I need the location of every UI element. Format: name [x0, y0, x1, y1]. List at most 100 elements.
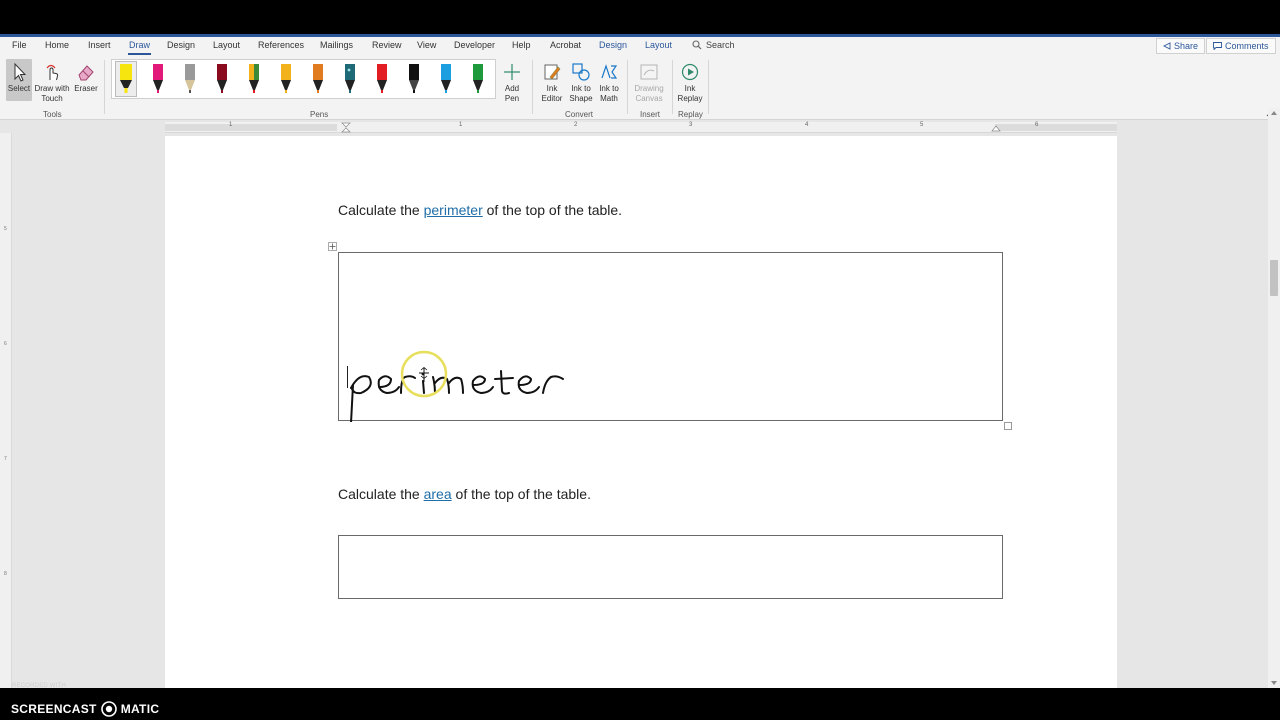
- ruler-number: 1: [459, 122, 463, 128]
- question-text: of the top of the table.: [482, 202, 623, 218]
- group-divider: [672, 60, 673, 114]
- ink-to-math-label-1: Ink to: [599, 84, 619, 93]
- comments-button[interactable]: Comments: [1206, 38, 1276, 54]
- replay-group-label: Replay: [678, 110, 703, 119]
- table-move-handle-icon[interactable]: [328, 242, 337, 251]
- draw-touch-label-2: Touch: [41, 94, 63, 103]
- pen-red-icon[interactable]: [372, 62, 392, 96]
- tab-design[interactable]: Design: [167, 40, 195, 50]
- search-label: Search: [706, 40, 735, 50]
- tab-acrobat[interactable]: Acrobat: [550, 40, 581, 50]
- ink-to-math-icon: [601, 64, 618, 79]
- tab-insert[interactable]: Insert: [88, 40, 111, 50]
- ink-to-shape-icon: [572, 63, 590, 81]
- ink-to-math-button[interactable]: Ink to Math: [595, 59, 623, 109]
- question-perimeter: Calculate the perimeter of the top of th…: [338, 202, 622, 218]
- area-link[interactable]: area: [424, 486, 452, 502]
- ink-editor-button[interactable]: Ink Editor: [537, 59, 567, 109]
- share-button[interactable]: Share: [1156, 38, 1206, 54]
- pen-blue-icon[interactable]: [436, 62, 456, 96]
- ruler-number: 3: [689, 122, 693, 128]
- document-page[interactable]: Calculate the perimeter of the top of th…: [165, 136, 1117, 696]
- tab-draw[interactable]: Draw: [127, 40, 152, 55]
- word-window: File Home Insert Draw Design Layout Refe…: [0, 0, 1280, 720]
- pen-black-icon[interactable]: [404, 62, 424, 96]
- ink-editor-icon: [544, 64, 561, 80]
- tab-mailings[interactable]: Mailings: [320, 40, 353, 50]
- scroll-up-icon[interactable]: [1270, 110, 1278, 116]
- pen-gold-icon[interactable]: [276, 62, 296, 96]
- ink-to-shape-button[interactable]: Ink to Shape: [567, 59, 595, 109]
- right-indent-marker-icon[interactable]: [991, 124, 1001, 132]
- indent-marker-icon[interactable]: [341, 122, 351, 133]
- tab-file[interactable]: File: [12, 40, 27, 50]
- tab-developer[interactable]: Developer: [454, 40, 495, 50]
- add-pen-label-2: Pen: [504, 94, 520, 103]
- tab-home[interactable]: Home: [45, 40, 69, 50]
- group-divider: [532, 60, 533, 114]
- question-text: Calculate the: [338, 202, 424, 218]
- tab-view[interactable]: View: [417, 40, 436, 50]
- pencil-gray-icon[interactable]: [180, 62, 200, 96]
- pen-green-icon[interactable]: [468, 62, 488, 96]
- tell-me-search[interactable]: Search: [692, 40, 735, 50]
- vruler-mark: 7: [4, 456, 7, 462]
- vertical-scrollbar[interactable]: [1268, 108, 1280, 688]
- ink-replay-label-2: Replay: [677, 94, 703, 103]
- add-pen-label-1: Add: [504, 84, 520, 93]
- highlighter-yellow-icon[interactable]: [115, 61, 137, 97]
- answer-box-area[interactable]: [338, 535, 1003, 599]
- eraser-button[interactable]: Eraser: [73, 59, 99, 101]
- draw-touch-label-1: Draw with: [34, 84, 70, 93]
- pen-galaxy-icon[interactable]: [244, 62, 264, 96]
- pen-dark-red-icon[interactable]: [212, 62, 232, 96]
- ink-editor-label-1: Ink: [546, 84, 558, 93]
- vruler-mark: 6: [4, 341, 7, 347]
- ink-to-shape-label-2: Shape: [569, 94, 593, 103]
- ruler-number: 1: [229, 122, 233, 128]
- tools-group-label: Tools: [43, 110, 62, 119]
- scroll-down-icon[interactable]: [1270, 680, 1278, 686]
- pen-magenta-icon[interactable]: [148, 62, 168, 96]
- group-divider: [627, 60, 628, 114]
- draw-with-touch-button[interactable]: Draw with Touch: [33, 59, 71, 109]
- ribbon-tab-bar: File Home Insert Draw Design Layout Refe…: [0, 37, 1280, 56]
- eraser-label: Eraser: [74, 84, 98, 93]
- ink-to-math-label-2: Math: [600, 94, 618, 103]
- question-area: Calculate the area of the top of the tab…: [338, 486, 591, 502]
- horizontal-ruler[interactable]: 1 1 2 3 4 5 6: [165, 122, 1117, 133]
- pen-cursor-icon: [419, 367, 429, 382]
- tab-table-layout[interactable]: Layout: [645, 40, 672, 50]
- tab-layout[interactable]: Layout: [213, 40, 240, 50]
- pen-teal-galaxy-icon[interactable]: [340, 62, 360, 96]
- brand-right: MATIC: [120, 702, 160, 716]
- group-divider: [708, 60, 709, 114]
- ink-replay-button[interactable]: Ink Replay: [676, 59, 704, 109]
- title-bar: [0, 0, 1280, 34]
- tab-table-design[interactable]: Design: [599, 40, 627, 50]
- perimeter-link[interactable]: perimeter: [424, 202, 483, 218]
- add-pen-button[interactable]: Add Pen: [500, 59, 524, 109]
- ruler-number: 2: [574, 122, 578, 128]
- tab-references[interactable]: References: [258, 40, 304, 50]
- question-text: Calculate the: [338, 486, 424, 502]
- ruler-number: 6: [1035, 122, 1039, 128]
- table-resize-handle[interactable]: [1004, 422, 1012, 430]
- tab-review[interactable]: Review: [372, 40, 402, 50]
- ruler-right-margin: [995, 124, 1117, 131]
- screencast-matic-logo: SCREENCAST MATIC: [11, 701, 159, 717]
- answer-box-perimeter[interactable]: [338, 252, 1003, 422]
- pens-group-label: Pens: [310, 110, 329, 119]
- drawing-canvas-button[interactable]: Drawing Canvas: [632, 59, 666, 109]
- pens-gallery: [111, 59, 496, 99]
- pen-orange-icon[interactable]: [308, 62, 328, 96]
- draw-ribbon: Select Draw with Touch Eraser Tools Pens…: [0, 56, 1280, 120]
- convert-group-label: Convert: [565, 110, 594, 119]
- vertical-ruler[interactable]: 5 6 7 8: [0, 133, 12, 688]
- comment-icon: [1213, 42, 1222, 50]
- scroll-thumb[interactable]: [1270, 260, 1278, 296]
- insert-group-label: Insert: [640, 110, 661, 119]
- select-tool-button[interactable]: Select: [6, 59, 32, 101]
- tab-help[interactable]: Help: [512, 40, 531, 50]
- comments-label: Comments: [1225, 41, 1269, 51]
